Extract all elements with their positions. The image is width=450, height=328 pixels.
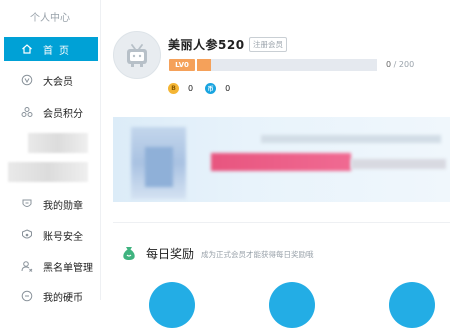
exp-max: 200 [398, 60, 415, 69]
main-content: 美丽人参520 注册会员 LV0 0 / 200 B 0 币 0 每日奖励 成为… [101, 0, 450, 328]
user-block-icon [20, 259, 34, 273]
sidebar-item-coins[interactable]: 我的硬币 [4, 284, 98, 308]
sidebar-item-label: 我的硬币 [43, 292, 83, 304]
coin-icon [20, 289, 34, 303]
blurred-figure [145, 147, 173, 187]
daily-reward-subtitle: 成为正式会员才能获得每日奖励哦 [201, 250, 314, 259]
blurred-nav-item [28, 133, 88, 153]
sidebar-item-label: 会员积分 [43, 108, 83, 120]
sidebar-item-security[interactable]: 账号安全 [4, 223, 98, 247]
exp-counter: 0 / 200 [386, 60, 414, 69]
reward-task-icon[interactable] [389, 282, 435, 328]
sidebar-item-label: 大会员 [43, 76, 73, 88]
vip-icon [20, 73, 34, 87]
sidebar: 个人中心 首页 大会员 会员积分 我的勋章 账号安全 黑名单管理 我的硬币 [0, 0, 101, 304]
sidebar-item-vip[interactable]: 大会员 [4, 68, 98, 92]
reward-task-icon[interactable] [269, 282, 315, 328]
sidebar-item-blacklist[interactable]: 黑名单管理 [4, 254, 98, 278]
sidebar-item-points[interactable]: 会员积分 [4, 100, 98, 124]
money-bag-icon [123, 247, 135, 260]
divider [113, 222, 450, 223]
sidebar-title: 个人中心 [30, 13, 70, 24]
sidebar-item-label: 我的勋章 [43, 200, 83, 212]
sidebar-item-label: 首页 [43, 45, 75, 57]
exp-separator: / [393, 60, 397, 69]
daily-reward-title: 每日奖励 [146, 247, 195, 261]
sidebar-item-label: 账号安全 [43, 231, 83, 243]
sidebar-item-medals[interactable]: 我的勋章 [4, 192, 98, 216]
sidebar-item-home[interactable]: 首页 [4, 37, 98, 61]
blurred-text [351, 159, 446, 169]
blurred-text [261, 135, 441, 143]
tv-mascot-icon [127, 44, 147, 67]
member-type-badge: 注册会员 [249, 37, 287, 52]
level-badge: LV0 [169, 59, 195, 71]
sidebar-item-label: 黑名单管理 [43, 262, 93, 274]
b-coin-count: 0 [188, 84, 194, 93]
exp-progress-fill [197, 59, 212, 71]
username: 美丽人参520 [168, 38, 245, 52]
avatar[interactable] [113, 31, 161, 79]
exp-progress-bar [197, 59, 377, 71]
blurred-banner[interactable] [113, 117, 450, 202]
reward-task-icon[interactable] [149, 282, 195, 328]
coin-balances: B 0 币 0 [168, 83, 230, 94]
coin-count: 0 [225, 84, 231, 93]
blurred-pink-button [211, 153, 351, 171]
points-icon [20, 105, 34, 119]
medal-icon [20, 197, 34, 211]
shield-icon [20, 228, 34, 242]
exp-current: 0 [386, 60, 392, 69]
coin-icon: 币 [205, 83, 217, 94]
blurred-nav-item [8, 162, 88, 182]
b-coin-icon: B [168, 83, 179, 94]
home-icon [20, 42, 34, 56]
